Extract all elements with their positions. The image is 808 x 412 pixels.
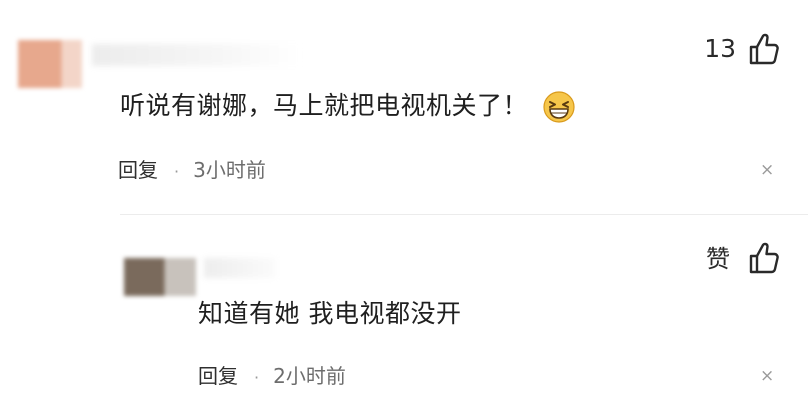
separator-dot: · bbox=[174, 162, 180, 181]
reply-meta: 回复 · 2小时前 bbox=[198, 362, 346, 390]
like-label: 赞 bbox=[706, 245, 730, 273]
avatar[interactable] bbox=[124, 258, 196, 296]
reply-button[interactable]: 回复 bbox=[118, 158, 158, 182]
thumbs-up-icon[interactable] bbox=[748, 32, 780, 66]
timestamp: 2小时前 bbox=[273, 364, 346, 388]
separator-dot: · bbox=[254, 368, 260, 387]
divider bbox=[120, 214, 808, 215]
comment-text: 听说有谢娜，马上就把电视机关了！ bbox=[120, 88, 576, 124]
reply-text: 知道有她 我电视都没开 bbox=[198, 299, 462, 328]
close-icon[interactable]: × bbox=[760, 160, 774, 180]
username-blurred[interactable] bbox=[92, 44, 302, 66]
username-blurred[interactable] bbox=[204, 258, 276, 278]
grinning-squint-emoji-icon bbox=[542, 90, 576, 124]
like-count: 13 bbox=[704, 34, 736, 63]
avatar[interactable] bbox=[18, 40, 82, 88]
comment-meta: 回复 · 3小时前 bbox=[118, 156, 266, 184]
thumbs-up-icon[interactable] bbox=[748, 241, 780, 275]
close-icon[interactable]: × bbox=[760, 366, 774, 386]
timestamp: 3小时前 bbox=[193, 158, 266, 182]
comment-body: 听说有谢娜，马上就把电视机关了！ bbox=[120, 91, 529, 120]
reply-button[interactable]: 回复 bbox=[198, 364, 238, 388]
